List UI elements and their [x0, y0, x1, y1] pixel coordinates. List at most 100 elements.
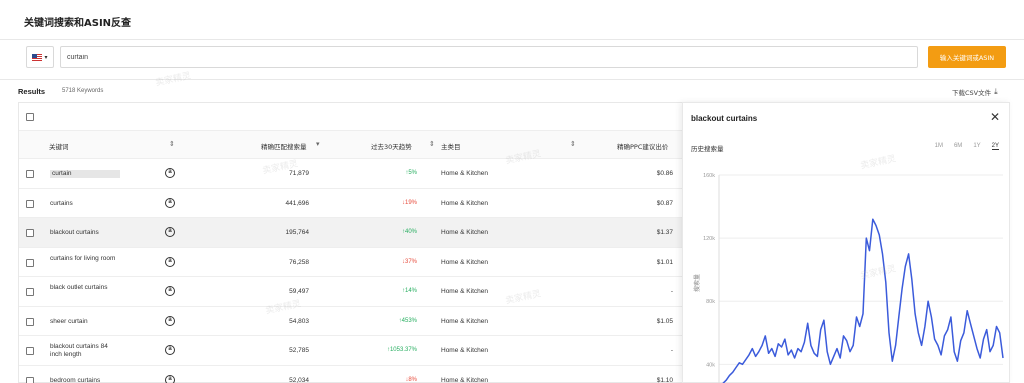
ppc-cell: $1.05 — [656, 317, 673, 325]
history-label: 历史搜索量 — [691, 145, 724, 153]
search-volume-chart: 160k 120k 80k 40k 搜索量 — [693, 173, 1004, 383]
trend-cell: ↑14% — [402, 288, 417, 294]
keyword-cell[interactable]: curtain — [50, 170, 120, 178]
row-checkbox[interactable] — [26, 229, 34, 237]
range-tab-active[interactable]: 2Y — [991, 143, 999, 150]
col-volume[interactable]: 精确匹配搜索量 — [261, 141, 307, 151]
keyword-cell[interactable]: curtains — [50, 200, 120, 208]
range-tab[interactable]: 6M — [954, 143, 962, 150]
amazon-search-icon[interactable]: a — [165, 345, 175, 355]
amazon-search-icon[interactable]: a — [165, 256, 175, 267]
table-row[interactable]: sheer curtain a 54,803 ↑453% Home & Kitchen $… — [19, 307, 683, 336]
trend-value: 37% — [404, 258, 417, 265]
keyword-cell[interactable]: sheer curtain — [50, 318, 120, 326]
trend-value: 14% — [404, 288, 417, 294]
amazon-search-icon[interactable]: a — [165, 227, 175, 237]
sort-icon[interactable]: ⇕ — [570, 140, 576, 148]
table-header: 关键词 ⇕ 精确匹配搜索量 ▾ 过去30天趋势 ⇕ 主类目 ⇕ 精确PPC建议出… — [19, 131, 683, 159]
sort-desc-icon[interactable]: ▾ — [316, 140, 320, 148]
amazon-search-icon[interactable]: a — [165, 286, 175, 296]
col-category[interactable]: 主类目 — [441, 141, 461, 151]
select-all-checkbox[interactable] — [26, 113, 34, 121]
amazon-search-icon[interactable]: a — [165, 197, 175, 208]
amazon-search-icon[interactable]: a — [165, 315, 175, 326]
volume-cell: 52,785 — [289, 347, 309, 354]
table-row[interactable]: black outlet curtains a 59,497 ↑14% Home & K… — [19, 277, 683, 307]
us-flag-icon — [32, 53, 43, 61]
download-csv-label: 下载CSV文件 — [952, 89, 992, 97]
trend-cell: ↑453% — [399, 318, 417, 324]
trend-value: 40% — [404, 229, 417, 235]
y-tick-label: 40k — [706, 362, 715, 368]
row-checkbox[interactable] — [26, 258, 34, 267]
category-cell: Home & Kitchen — [441, 288, 488, 295]
select-all-row — [19, 103, 683, 131]
trend-value: 19% — [404, 199, 417, 206]
page-title: 关键词搜索和ASIN反查 — [24, 18, 132, 29]
range-tab[interactable]: 1Y — [973, 143, 980, 150]
range-tab[interactable]: 1M — [935, 143, 943, 150]
results-label: Results — [18, 87, 46, 96]
keyword-cell[interactable]: blackout curtains 84 inch length — [50, 343, 120, 359]
ppc-cell: - — [670, 288, 673, 295]
col-ppc[interactable]: 精确PPC建议出价 — [617, 141, 668, 151]
trend-value: 453% — [401, 317, 417, 324]
volume-cell: 71,879 — [289, 170, 309, 177]
category-cell: Home & Kitchen — [441, 199, 488, 207]
table-row[interactable]: curtains a 441,696 ↓19% Home & Kitchen $0.87 — [19, 189, 683, 218]
category-cell: Home & Kitchen — [441, 229, 488, 236]
col-keyword[interactable]: 关键词 — [49, 141, 69, 151]
keyword-cell[interactable]: bedroom curtains — [50, 377, 120, 383]
trend-cell: ↑1053.37% — [387, 347, 417, 353]
chevron-down-icon: ▾ — [44, 54, 48, 61]
amazon-search-icon[interactable]: a — [165, 374, 175, 383]
category-cell: Home & Kitchen — [441, 258, 488, 266]
table-row[interactable]: curtains for living room a 76,258 ↓37% Home … — [19, 248, 683, 277]
category-cell: Home & Kitchen — [441, 170, 488, 177]
keyword-cell[interactable]: blackout curtains — [50, 229, 120, 237]
close-icon[interactable]: ✕ — [990, 110, 1000, 124]
page-header: 关键词搜索和ASIN反查 — [0, 0, 1024, 40]
row-checkbox[interactable] — [26, 347, 34, 355]
sort-icon[interactable]: ⇕ — [429, 140, 435, 148]
ppc-cell: $0.86 — [656, 170, 673, 177]
results-count: 5718 Keywords — [62, 88, 104, 94]
category-cell: Home & Kitchen — [441, 376, 488, 383]
panel-title: blackout curtains — [691, 114, 758, 123]
volume-cell: 52,034 — [289, 376, 309, 383]
trend-cell: ↓19% — [402, 200, 417, 206]
keyword-detail-panel: blackout curtains ✕ 历史搜索量 1M 6M 1Y 2Y 16… — [682, 102, 1010, 383]
volume-cell: 195,764 — [285, 229, 310, 236]
range-tabs: 1M 6M 1Y 2Y — [935, 143, 999, 150]
y-axis-label: 搜索量 — [693, 274, 701, 292]
search-input[interactable] — [60, 46, 918, 68]
ppc-cell: - — [670, 347, 673, 354]
table-row[interactable]: curtain a 71,879 ↑5% Home & Kitchen $0.86 — [19, 159, 683, 189]
table-row[interactable]: blackout curtains a 195,764 ↑40% Home & Kitc… — [19, 218, 683, 248]
row-checkbox[interactable] — [26, 376, 34, 383]
search-button[interactable]: 输入关键词或ASIN — [928, 46, 1006, 68]
row-checkbox[interactable] — [26, 170, 34, 178]
country-select[interactable]: ▾ — [26, 46, 54, 68]
trend-cell: ↓37% — [402, 259, 417, 265]
table-row[interactable]: blackout curtains 84 inch length a 52,785 ↑… — [19, 336, 683, 366]
volume-cell: 54,803 — [289, 317, 309, 325]
y-tick-label: 120k — [703, 236, 715, 242]
search-row: ▾ 输入关键词或ASIN — [0, 40, 1024, 80]
sort-icon[interactable]: ⇕ — [169, 140, 175, 148]
row-checkbox[interactable] — [26, 199, 34, 208]
row-checkbox[interactable] — [26, 317, 34, 326]
keyword-cell[interactable]: curtains for living room — [50, 255, 120, 263]
table-row[interactable]: bedroom curtains a 52,034 ↓8% Home & Kitchen… — [19, 366, 683, 383]
col-trend[interactable]: 过去30天趋势 — [371, 141, 412, 151]
results-bar — [0, 80, 1024, 102]
trend-value: 5% — [408, 170, 417, 176]
ppc-cell: $1.01 — [656, 258, 673, 266]
volume-cell: 59,497 — [289, 288, 309, 295]
trend-cell: ↑5% — [405, 170, 417, 176]
y-tick-label: 160k — [703, 173, 715, 179]
download-csv-button[interactable]: 下载CSV文件 ⤓ — [952, 87, 998, 97]
row-checkbox[interactable] — [26, 288, 34, 296]
keyword-cell[interactable]: black outlet curtains — [50, 284, 120, 292]
amazon-search-icon[interactable]: a — [165, 168, 175, 178]
